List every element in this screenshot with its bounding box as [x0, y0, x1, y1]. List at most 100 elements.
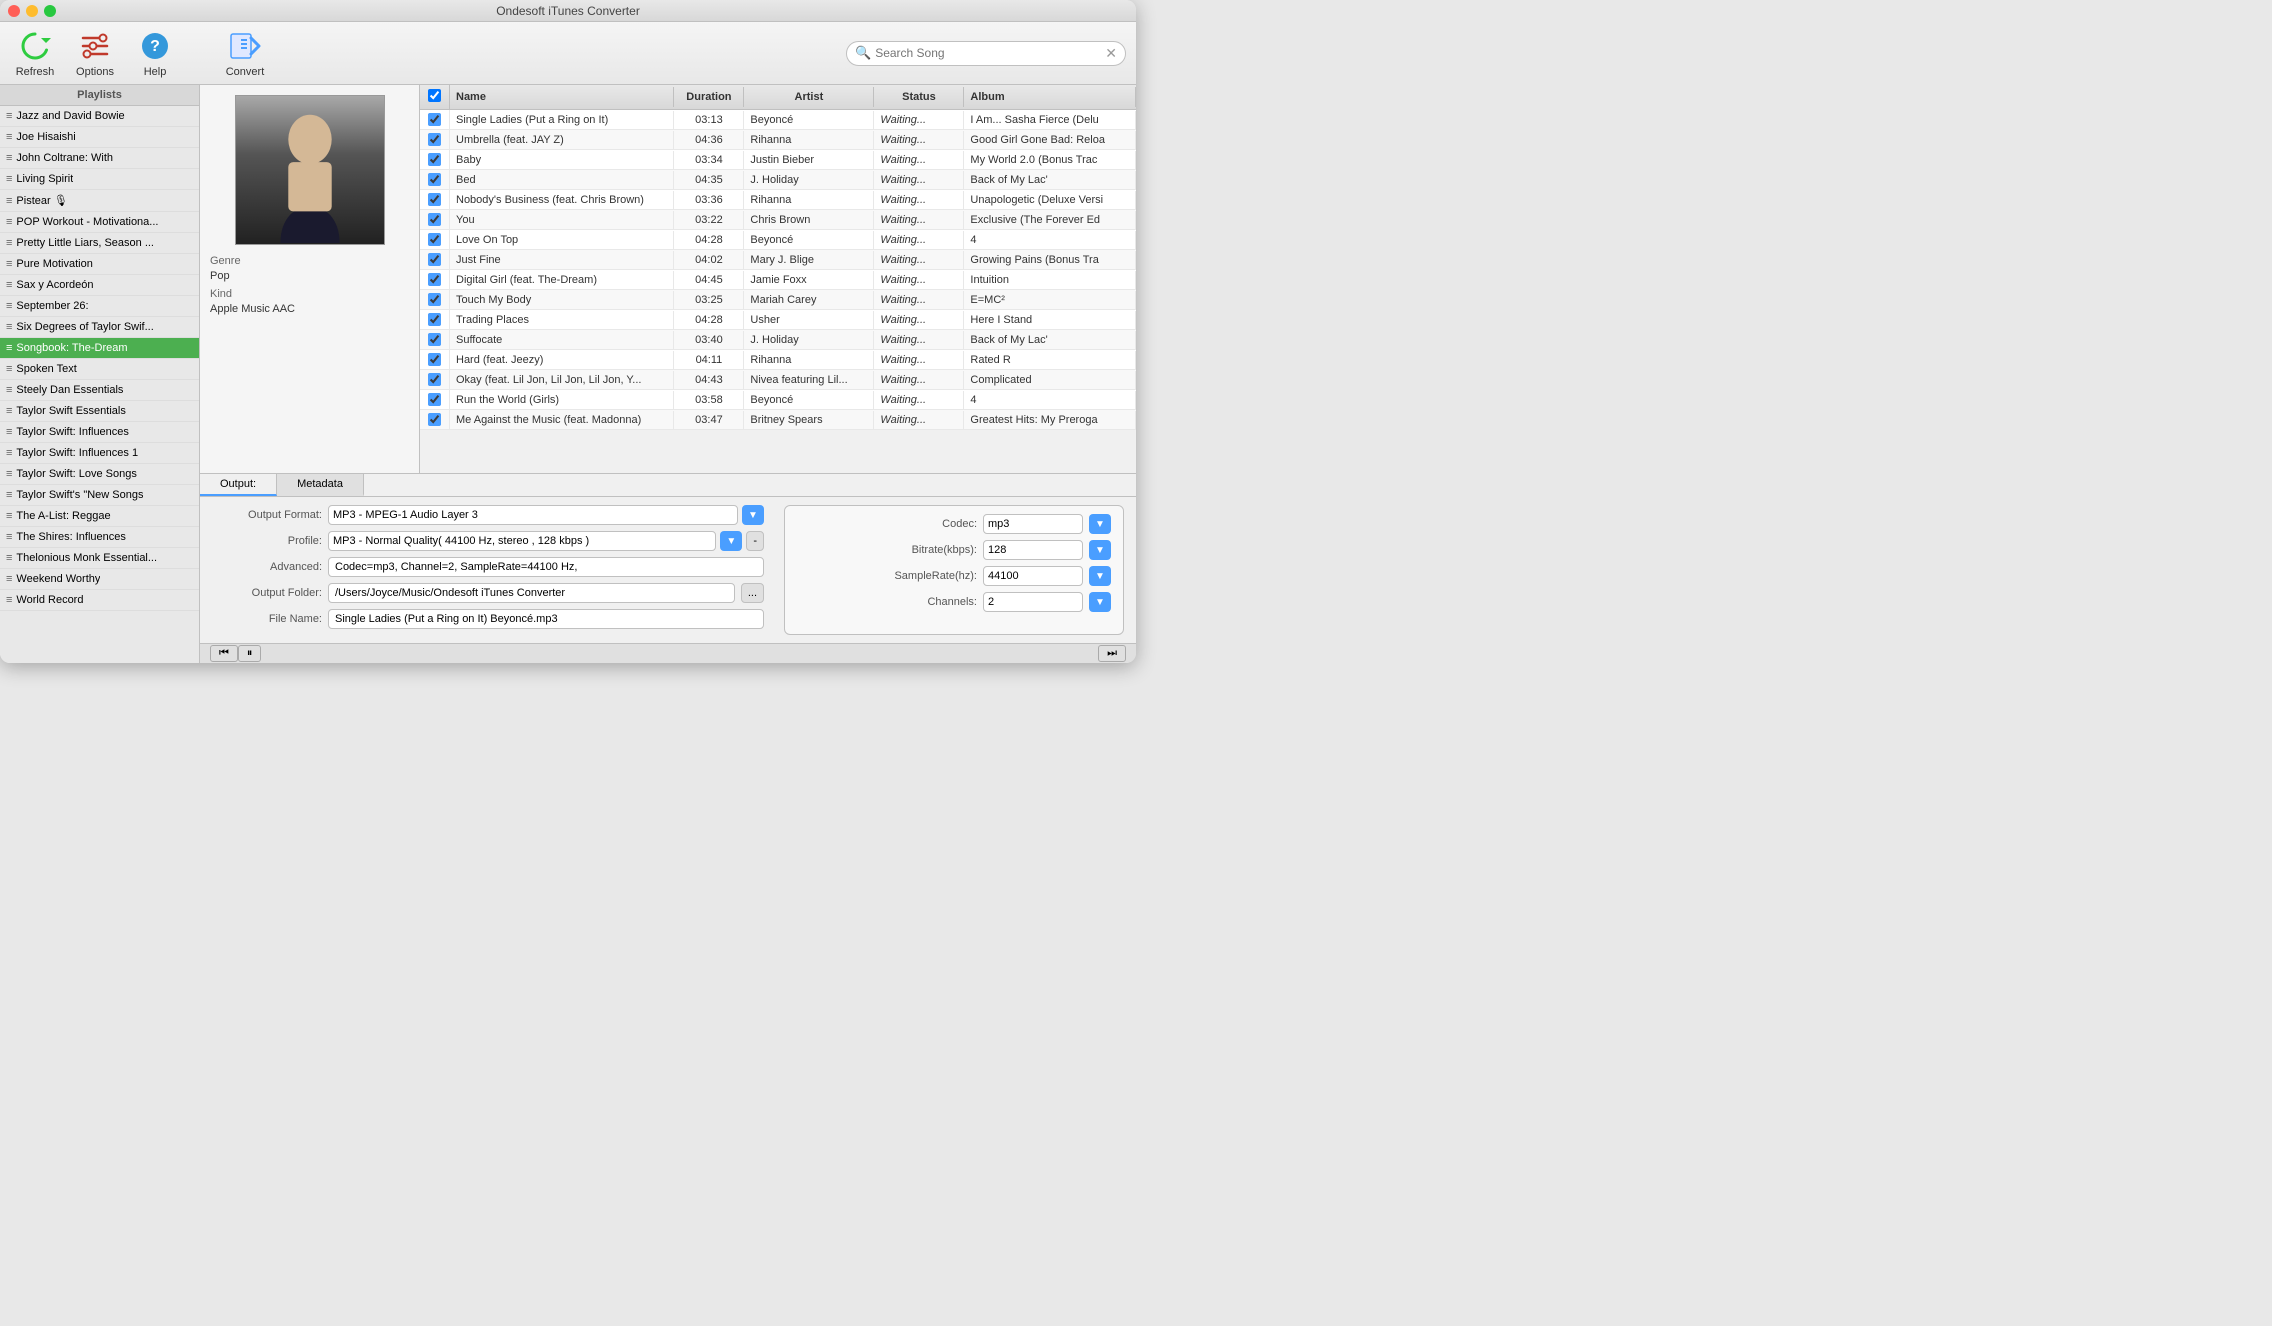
- sidebar-item[interactable]: ≡ Taylor Swift: Influences: [0, 422, 199, 443]
- row-checkbox[interactable]: [428, 213, 441, 226]
- table-row[interactable]: Baby 03:34 Justin Bieber Waiting... My W…: [420, 150, 1136, 170]
- table-row[interactable]: Okay (feat. Lil Jon, Lil Jon, Lil Jon, Y…: [420, 370, 1136, 390]
- profile-row: Profile: MP3 - Normal Quality( 44100 Hz,…: [212, 531, 764, 551]
- table-row[interactable]: Bed 04:35 J. Holiday Waiting... Back of …: [420, 170, 1136, 190]
- sidebar-item[interactable]: ≡ Joe Hisaishi: [0, 127, 199, 148]
- search-clear-button[interactable]: ✕: [1105, 45, 1117, 62]
- row-checkbox[interactable]: [428, 273, 441, 286]
- sidebar-item[interactable]: ≡ Taylor Swift Essentials: [0, 401, 199, 422]
- row-status: Waiting...: [874, 191, 964, 209]
- prev-btn[interactable]: ⏮: [210, 645, 238, 662]
- tab-metadata[interactable]: Metadata: [277, 474, 364, 496]
- row-duration: 03:22: [674, 211, 744, 229]
- profile-dropdown-btn[interactable]: ▼: [720, 531, 742, 551]
- format-row: Output Format: MP3 - MPEG-1 Audio Layer …: [212, 505, 764, 525]
- table-row[interactable]: You 03:22 Chris Brown Waiting... Exclusi…: [420, 210, 1136, 230]
- sidebar-item[interactable]: ≡ John Coltrane: With: [0, 148, 199, 169]
- row-checkbox[interactable]: [428, 173, 441, 186]
- table-row[interactable]: Me Against the Music (feat. Madonna) 03:…: [420, 410, 1136, 430]
- table-row[interactable]: Trading Places 04:28 Usher Waiting... He…: [420, 310, 1136, 330]
- row-checkbox[interactable]: [428, 193, 441, 206]
- profile-minus-btn[interactable]: -: [746, 531, 764, 551]
- sidebar-item[interactable]: ≡ Songbook: The-Dream: [0, 338, 199, 359]
- table-row[interactable]: Digital Girl (feat. The-Dream) 04:45 Jam…: [420, 270, 1136, 290]
- sidebar-item[interactable]: ≡ Sax y Acordeón: [0, 275, 199, 296]
- codec-select[interactable]: mp3: [983, 514, 1083, 534]
- sidebar-item[interactable]: ≡ Pistear 🎙: [0, 190, 199, 212]
- format-dropdown-btn[interactable]: ▼: [742, 505, 764, 525]
- pause-btn[interactable]: ⏸: [238, 645, 262, 662]
- folder-browse-btn[interactable]: ...: [741, 583, 764, 603]
- sidebar-item-label: September 26:: [16, 300, 88, 312]
- sidebar-item[interactable]: ≡ September 26:: [0, 296, 199, 317]
- row-name: Okay (feat. Lil Jon, Lil Jon, Lil Jon, Y…: [450, 371, 674, 389]
- table-row[interactable]: Single Ladies (Put a Ring on It) 03:13 B…: [420, 110, 1136, 130]
- format-select[interactable]: MP3 - MPEG-1 Audio Layer 3: [328, 505, 738, 525]
- row-checkbox[interactable]: [428, 153, 441, 166]
- bitrate-dropdown-btn[interactable]: ▼: [1089, 540, 1111, 560]
- table-row[interactable]: Hard (feat. Jeezy) 04:11 Rihanna Waiting…: [420, 350, 1136, 370]
- channels-dropdown-btn[interactable]: ▼: [1089, 592, 1111, 612]
- table-row[interactable]: Touch My Body 03:25 Mariah Carey Waiting…: [420, 290, 1136, 310]
- sidebar-item[interactable]: ≡ Six Degrees of Taylor Swif...: [0, 317, 199, 338]
- row-checkbox[interactable]: [428, 133, 441, 146]
- folder-input[interactable]: [328, 583, 735, 603]
- search-input[interactable]: [875, 46, 1101, 60]
- sidebar-item[interactable]: ≡ Spoken Text: [0, 359, 199, 380]
- row-artist: Jamie Foxx: [744, 271, 874, 289]
- sidebar-item[interactable]: ≡ Living Spirit: [0, 169, 199, 190]
- sidebar-item[interactable]: ≡ World Record: [0, 590, 199, 611]
- codec-dropdown-btn[interactable]: ▼: [1089, 514, 1111, 534]
- sidebar-item[interactable]: ≡ Pretty Little Liars, Season ...: [0, 233, 199, 254]
- row-checkbox[interactable]: [428, 373, 441, 386]
- row-checkbox[interactable]: [428, 393, 441, 406]
- close-button[interactable]: [8, 5, 20, 17]
- profile-select[interactable]: MP3 - Normal Quality( 44100 Hz, stereo ,…: [328, 531, 716, 551]
- sidebar-item[interactable]: ≡ Taylor Swift: Influences 1: [0, 443, 199, 464]
- table-row[interactable]: Love On Top 04:28 Beyoncé Waiting... 4: [420, 230, 1136, 250]
- filename-input[interactable]: [328, 609, 764, 629]
- row-checkbox[interactable]: [428, 113, 441, 126]
- help-button[interactable]: ? Help: [130, 28, 180, 78]
- convert-button[interactable]: Convert: [220, 28, 270, 78]
- samplerate-dropdown-btn[interactable]: ▼: [1089, 566, 1111, 586]
- sidebar-item[interactable]: ≡ Pure Motivation: [0, 254, 199, 275]
- samplerate-select[interactable]: 44100: [983, 566, 1083, 586]
- table-row[interactable]: Nobody's Business (feat. Chris Brown) 03…: [420, 190, 1136, 210]
- row-checkbox[interactable]: [428, 253, 441, 266]
- bitrate-select[interactable]: 128: [983, 540, 1083, 560]
- row-checkbox[interactable]: [428, 313, 441, 326]
- next-btn[interactable]: ⏭: [1098, 645, 1126, 662]
- sidebar-item[interactable]: ≡ Jazz and David Bowie: [0, 106, 199, 127]
- table-row[interactable]: Just Fine 04:02 Mary J. Blige Waiting...…: [420, 250, 1136, 270]
- channels-select[interactable]: 2: [983, 592, 1083, 612]
- table-row[interactable]: Suffocate 03:40 J. Holiday Waiting... Ba…: [420, 330, 1136, 350]
- row-checkbox[interactable]: [428, 413, 441, 426]
- sidebar-item[interactable]: ≡ Taylor Swift's "New Songs: [0, 485, 199, 506]
- sidebar-item[interactable]: ≡ The A-List: Reggae: [0, 506, 199, 527]
- list-icon: ≡: [6, 489, 12, 501]
- refresh-button[interactable]: Refresh: [10, 28, 60, 78]
- sidebar-item[interactable]: ≡ Taylor Swift: Love Songs: [0, 464, 199, 485]
- sidebar-item[interactable]: ≡ Thelonious Monk Essential...: [0, 548, 199, 569]
- sidebar-item[interactable]: ≡ Steely Dan Essentials: [0, 380, 199, 401]
- select-all-checkbox[interactable]: [428, 89, 441, 102]
- sidebar-item[interactable]: ≡ Weekend Worthy: [0, 569, 199, 590]
- minimize-button[interactable]: [26, 5, 38, 17]
- bitrate-label: Bitrate(kbps):: [877, 544, 977, 556]
- sidebar-item[interactable]: ≡ The Shires: Influences: [0, 527, 199, 548]
- advanced-input[interactable]: [328, 557, 764, 577]
- table-row[interactable]: Umbrella (feat. JAY Z) 04:36 Rihanna Wai…: [420, 130, 1136, 150]
- row-checkbox[interactable]: [428, 333, 441, 346]
- list-icon: ≡: [6, 342, 12, 354]
- table-row[interactable]: Run the World (Girls) 03:58 Beyoncé Wait…: [420, 390, 1136, 410]
- row-checkbox-cell: [420, 370, 450, 389]
- row-checkbox[interactable]: [428, 233, 441, 246]
- row-checkbox[interactable]: [428, 353, 441, 366]
- row-name: Umbrella (feat. JAY Z): [450, 131, 674, 149]
- maximize-button[interactable]: [44, 5, 56, 17]
- row-checkbox[interactable]: [428, 293, 441, 306]
- tab-output[interactable]: Output:: [200, 474, 277, 496]
- options-button[interactable]: Options: [70, 28, 120, 78]
- sidebar-item[interactable]: ≡ POP Workout - Motivationa...: [0, 212, 199, 233]
